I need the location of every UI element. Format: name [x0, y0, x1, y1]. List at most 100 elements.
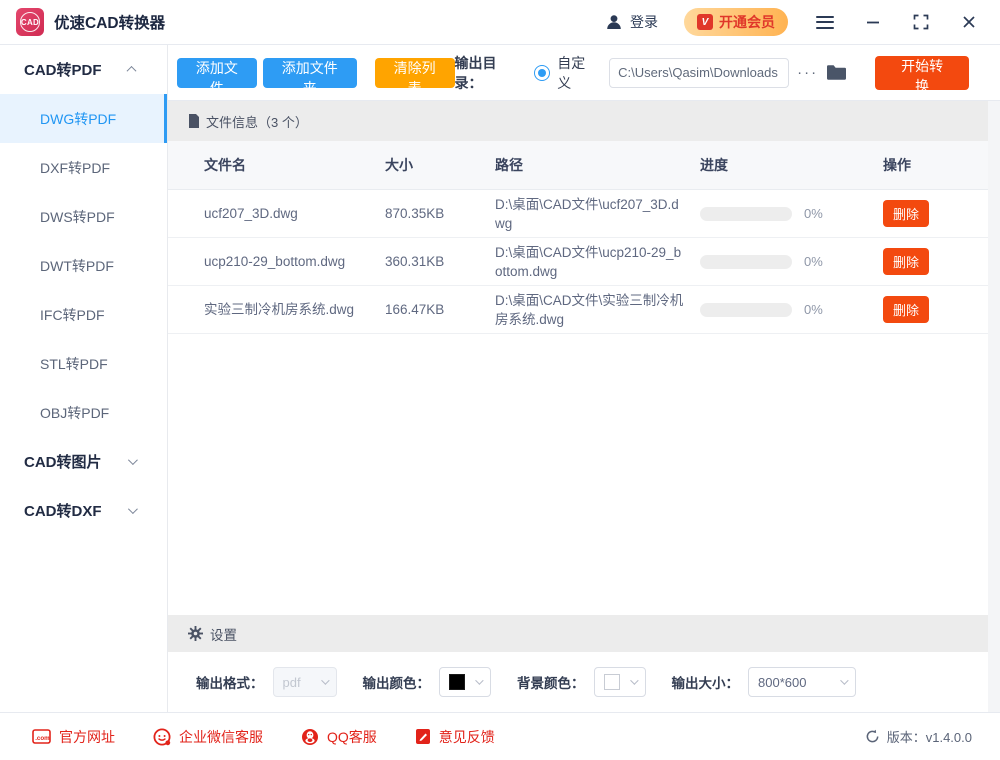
minimize-button[interactable] [862, 11, 884, 33]
sidebar-item-ifc-to-pdf[interactable]: IFC转PDF [0, 290, 167, 339]
sidebar-item-obj-to-pdf[interactable]: OBJ转PDF [0, 388, 167, 437]
sidebar-item-label: DXF转PDF [40, 158, 110, 178]
browse-more-button[interactable]: ··· [797, 64, 818, 81]
column-header-action: 操作 [883, 155, 976, 175]
start-convert-button[interactable]: 开始转换 [875, 56, 969, 90]
gear-icon [188, 626, 203, 641]
progress-label: 0% [804, 302, 823, 317]
menu-button[interactable] [814, 11, 836, 33]
chevron-down-icon [321, 676, 329, 684]
output-size-label: 输出大小： [672, 672, 740, 692]
titlebar-controls: 登录 V 开通会员 [605, 8, 980, 36]
chevron-down-icon [128, 455, 138, 465]
file-name: ucf207_3D.dwg [204, 205, 385, 223]
file-size: 870.35KB [385, 206, 495, 221]
open-folder-button[interactable] [826, 64, 847, 81]
custom-radio[interactable] [534, 65, 550, 81]
sidebar-section-cad-to-dxf[interactable]: CAD转DXF [0, 486, 167, 535]
vip-label: 开通会员 [719, 12, 775, 32]
sidebar-item-dwt-to-pdf[interactable]: DWT转PDF [0, 241, 167, 290]
qq-service-icon [301, 728, 319, 746]
sidebar-item-label: IFC转PDF [40, 305, 105, 325]
login-button[interactable]: 登录 [605, 12, 658, 32]
sidebar-section-cad-to-pdf[interactable]: CAD转PDF [0, 45, 167, 94]
progress-cell: 0% [700, 302, 883, 317]
add-file-button[interactable]: 添加文件 [177, 58, 257, 88]
column-header-path: 路径 [495, 155, 700, 175]
wechat-service-icon [153, 728, 171, 746]
file-path: D:\桌面\CAD文件\实验三制冷机房系统.dwg [495, 291, 700, 329]
app-title: 优速CAD转换器 [54, 11, 165, 33]
table-row: ucp210-29_bottom.dwg 360.31KB D:\桌面\CAD文… [168, 238, 988, 286]
sidebar-item-label: DWT转PDF [40, 256, 114, 276]
clear-list-button[interactable]: 清除列表 [375, 58, 455, 88]
refresh-icon [865, 729, 880, 744]
app-window: CAD 优速CAD转换器 登录 V 开通会员 [0, 0, 1000, 760]
content-area: 文件信息（3 个） 文件名 大小 路径 进度 操作 ucf207_3D.dwg … [168, 101, 1000, 712]
output-size-value: 800*600 [758, 675, 806, 690]
official-website-link[interactable]: .com 官方网址 [32, 727, 115, 747]
progress-cell: 0% [700, 254, 883, 269]
bg-color-select[interactable] [594, 667, 646, 697]
column-header-progress: 进度 [700, 155, 883, 175]
version-label: 版本：v1.4.0.0 [887, 727, 972, 746]
add-folder-button[interactable]: 添加文件夹 [263, 58, 357, 88]
file-panel: 文件信息（3 个） 文件名 大小 路径 进度 操作 ucf207_3D.dwg … [168, 101, 988, 712]
column-header-name: 文件名 [204, 155, 385, 175]
empty-list-area [168, 334, 988, 615]
file-path: D:\桌面\CAD文件\ucf207_3D.dwg [495, 195, 700, 233]
sidebar-item-stl-to-pdf[interactable]: STL转PDF [0, 339, 167, 388]
hamburger-icon [816, 16, 834, 29]
progress-label: 0% [804, 206, 823, 221]
main-area: 添加文件 添加文件夹 清除列表 输出目录： 自定义 ··· 开始转换 文件信息（… [168, 45, 1000, 712]
sidebar-item-dwg-to-pdf[interactable]: DWG转PDF [0, 94, 167, 143]
file-name: 实验三制冷机房系统.dwg [204, 301, 385, 319]
settings-header: 设置 [168, 615, 988, 652]
sidebar-item-dws-to-pdf[interactable]: DWS转PDF [0, 192, 167, 241]
vip-button[interactable]: V 开通会员 [684, 8, 788, 36]
sidebar-item-dxf-to-pdf[interactable]: DXF转PDF [0, 143, 167, 192]
column-header-size: 大小 [385, 155, 495, 175]
output-color-select[interactable] [439, 667, 491, 697]
file-path: D:\桌面\CAD文件\ucp210-29_bottom.dwg [495, 243, 700, 281]
delete-button[interactable]: 删除 [883, 248, 929, 275]
section-label: CAD转DXF [24, 500, 102, 521]
maximize-button[interactable] [910, 11, 932, 33]
output-format-label: 输出格式： [196, 672, 264, 692]
user-icon [605, 13, 623, 31]
progress-label: 0% [804, 254, 823, 269]
app-logo-text: CAD [20, 12, 40, 32]
chevron-down-icon [630, 676, 638, 684]
svg-text:.com: .com [35, 735, 50, 742]
progress-bar [700, 207, 792, 221]
footer: .com 官方网址 企业微信客服 QQ客服 [0, 712, 1000, 760]
chevron-up-icon [127, 66, 137, 76]
toolbar: 添加文件 添加文件夹 清除列表 输出目录： 自定义 ··· 开始转换 [168, 45, 1000, 101]
link-label: 官方网址 [59, 727, 115, 747]
output-size-select[interactable]: 800*600 [748, 667, 856, 697]
wechat-service-link[interactable]: 企业微信客服 [153, 727, 263, 747]
file-size: 166.47KB [385, 302, 495, 317]
maximize-icon [913, 14, 929, 30]
close-button[interactable] [958, 11, 980, 33]
delete-button[interactable]: 删除 [883, 200, 929, 227]
qq-service-link[interactable]: QQ客服 [301, 727, 377, 747]
file-name: ucp210-29_bottom.dwg [204, 253, 385, 271]
settings-row: 输出格式： pdf 输出颜色： 背景颜色： [168, 652, 988, 712]
title-bar: CAD 优速CAD转换器 登录 V 开通会员 [0, 0, 1000, 45]
close-icon [961, 14, 977, 30]
folder-icon [826, 64, 847, 81]
settings-title: 设置 [210, 624, 237, 644]
sidebar-section-cad-to-image[interactable]: CAD转图片 [0, 437, 167, 486]
progress-bar [700, 303, 792, 317]
feedback-link[interactable]: 意见反馈 [415, 727, 495, 747]
login-label: 登录 [630, 12, 658, 32]
sidebar-item-label: DWG转PDF [40, 109, 116, 129]
sidebar-item-label: STL转PDF [40, 354, 108, 374]
output-dir-label: 输出目录： [455, 53, 525, 93]
feedback-icon [415, 728, 431, 745]
output-path-input[interactable] [609, 58, 789, 88]
output-format-select[interactable]: pdf [273, 667, 337, 697]
output-color-swatch [449, 674, 465, 690]
delete-button[interactable]: 删除 [883, 296, 929, 323]
